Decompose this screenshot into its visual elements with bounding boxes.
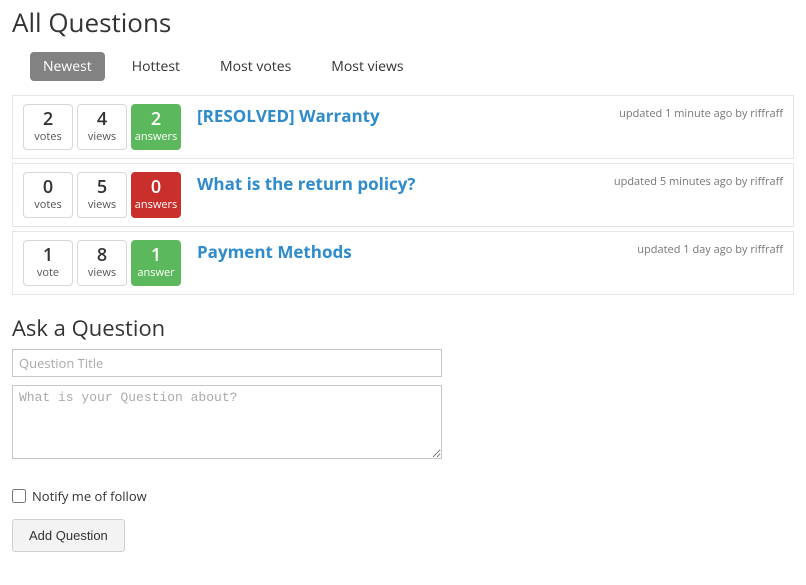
answers-count: 2 — [132, 110, 180, 130]
views-count: 4 — [78, 110, 126, 130]
views-box: 8views — [77, 240, 127, 286]
views-label: views — [78, 265, 126, 280]
votes-box: 1vote — [23, 240, 73, 286]
votes-label: votes — [24, 129, 72, 144]
votes-box: 0votes — [23, 172, 73, 218]
question-row: 1vote8views1answerPayment Methodsupdated… — [12, 231, 794, 295]
votes-count: 1 — [24, 246, 72, 266]
question-title-link[interactable]: [RESOLVED] Warranty — [197, 106, 380, 126]
views-box: 4views — [77, 104, 127, 150]
views-count: 5 — [78, 178, 126, 198]
votes-count: 2 — [24, 110, 72, 130]
answers-box: 0answers — [131, 172, 181, 218]
ask-question-heading: Ask a Question — [12, 313, 794, 343]
votes-box: 2votes — [23, 104, 73, 150]
filter-tabs: Newest Hottest Most votes Most views — [12, 52, 794, 95]
question-meta: updated 5 minutes ago by riffraff — [602, 174, 783, 189]
question-list: 2votes4views2answers[RESOLVED] Warrantyu… — [12, 95, 794, 295]
tab-newest[interactable]: Newest — [30, 52, 105, 81]
views-label: views — [78, 197, 126, 212]
answers-box: 2answers — [131, 104, 181, 150]
views-count: 8 — [78, 246, 126, 266]
tab-most-views[interactable]: Most views — [318, 52, 416, 81]
views-label: views — [78, 129, 126, 144]
votes-label: votes — [24, 197, 72, 212]
notify-follow-label: Notify me of follow — [32, 487, 147, 505]
answers-label: answers — [132, 197, 180, 212]
votes-count: 0 — [24, 178, 72, 198]
page-title: All Questions — [12, 4, 794, 40]
tab-most-votes[interactable]: Most votes — [207, 52, 304, 81]
question-row: 0votes5views0answersWhat is the return p… — [12, 163, 794, 227]
votes-label: vote — [24, 265, 72, 280]
question-title-input[interactable] — [12, 349, 442, 377]
question-row: 2votes4views2answers[RESOLVED] Warrantyu… — [12, 95, 794, 159]
answers-count: 1 — [132, 246, 180, 266]
answers-label: answer — [132, 265, 180, 280]
answers-count: 0 — [132, 178, 180, 198]
answers-box: 1answer — [131, 240, 181, 286]
question-meta: updated 1 minute ago by riffraff — [607, 106, 783, 121]
notify-follow-row[interactable]: Notify me of follow — [12, 487, 794, 505]
views-box: 5views — [77, 172, 127, 218]
tab-hottest[interactable]: Hottest — [119, 52, 193, 81]
question-body-input[interactable] — [12, 385, 442, 459]
add-question-button[interactable]: Add Question — [12, 519, 125, 552]
question-meta: updated 1 day ago by riffraff — [625, 242, 783, 257]
answers-label: answers — [132, 129, 180, 144]
question-title-link[interactable]: Payment Methods — [197, 242, 352, 262]
notify-follow-checkbox[interactable] — [12, 489, 26, 503]
question-title-link[interactable]: What is the return policy? — [197, 174, 416, 194]
